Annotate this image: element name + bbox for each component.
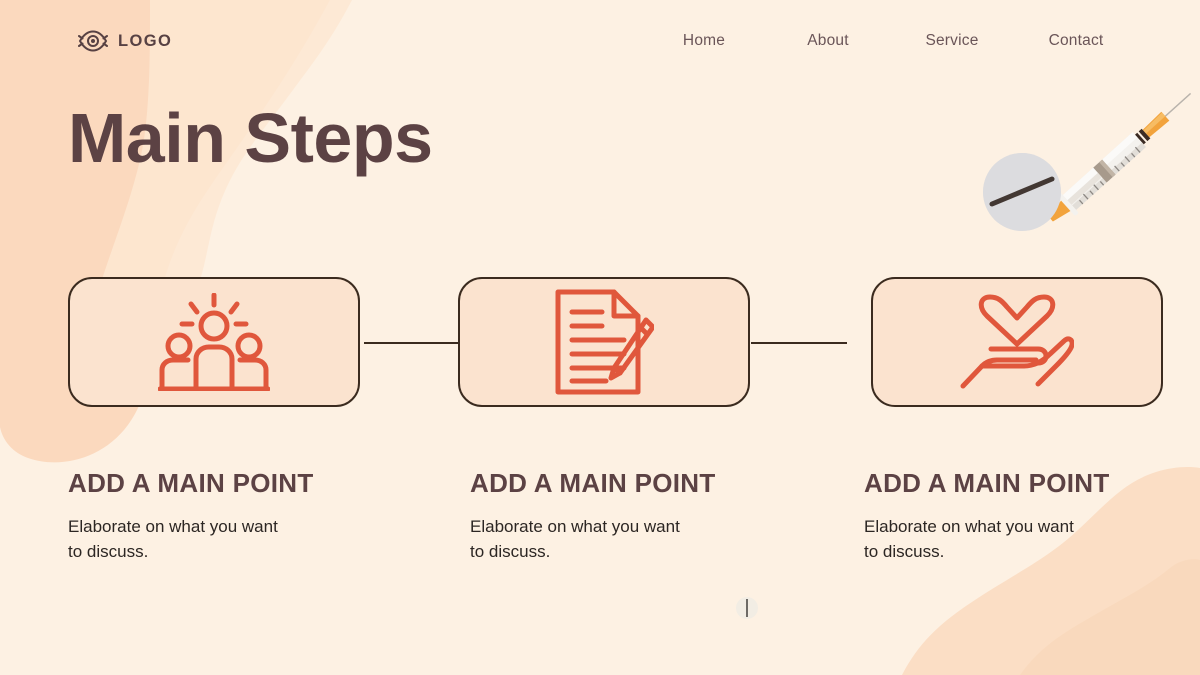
logo[interactable]: LOGO bbox=[78, 30, 172, 52]
slide-canvas: LOGO Home About Service Contact Main Ste… bbox=[0, 0, 1200, 675]
nav-item-contact[interactable]: Contact bbox=[1014, 32, 1138, 50]
step-card-3[interactable] bbox=[871, 277, 1163, 407]
caption-block-2: ADD A MAIN POINT Elaborate on what you w… bbox=[470, 468, 800, 564]
heart-in-hand-icon bbox=[960, 294, 1074, 389]
page-title: Main Steps bbox=[68, 99, 433, 177]
blob-bottom-right-secondary bbox=[1020, 559, 1200, 675]
main-navigation: Home About Service Contact bbox=[642, 32, 1138, 50]
logo-text: LOGO bbox=[118, 31, 173, 50]
syringe-illustration bbox=[1048, 92, 1192, 222]
step-connector-2 bbox=[751, 342, 847, 344]
caption-body-1: Elaborate on what you want to discuss. bbox=[68, 517, 278, 561]
document-pencil-icon bbox=[555, 289, 654, 395]
caption-title-1: ADD A MAIN POINT bbox=[68, 468, 314, 498]
caption-body-2: Elaborate on what you want to discuss. bbox=[470, 517, 680, 561]
steps-row bbox=[68, 277, 1166, 409]
small-pill-tablet-illustration bbox=[736, 597, 758, 619]
header-bar: LOGO Home About Service Contact bbox=[0, 0, 1200, 82]
caption-body-3: Elaborate on what you want to discuss. bbox=[864, 517, 1074, 561]
nav-item-service[interactable]: Service bbox=[890, 32, 1014, 50]
pill-tablet-illustration bbox=[983, 153, 1061, 231]
step-card-1[interactable] bbox=[68, 277, 360, 407]
step-card-2[interactable] bbox=[458, 277, 750, 407]
nav-item-home[interactable]: Home bbox=[642, 32, 766, 50]
eye-icon bbox=[78, 30, 108, 52]
nav-item-about[interactable]: About bbox=[766, 32, 890, 50]
group-people-idea-icon bbox=[158, 293, 270, 391]
caption-block-1: ADD A MAIN POINT Elaborate on what you w… bbox=[68, 468, 398, 564]
caption-title-2: ADD A MAIN POINT bbox=[470, 468, 716, 498]
caption-block-3: ADD A MAIN POINT Elaborate on what you w… bbox=[864, 468, 1194, 564]
caption-title-3: ADD A MAIN POINT bbox=[864, 468, 1110, 498]
step-connector-1 bbox=[364, 342, 460, 344]
